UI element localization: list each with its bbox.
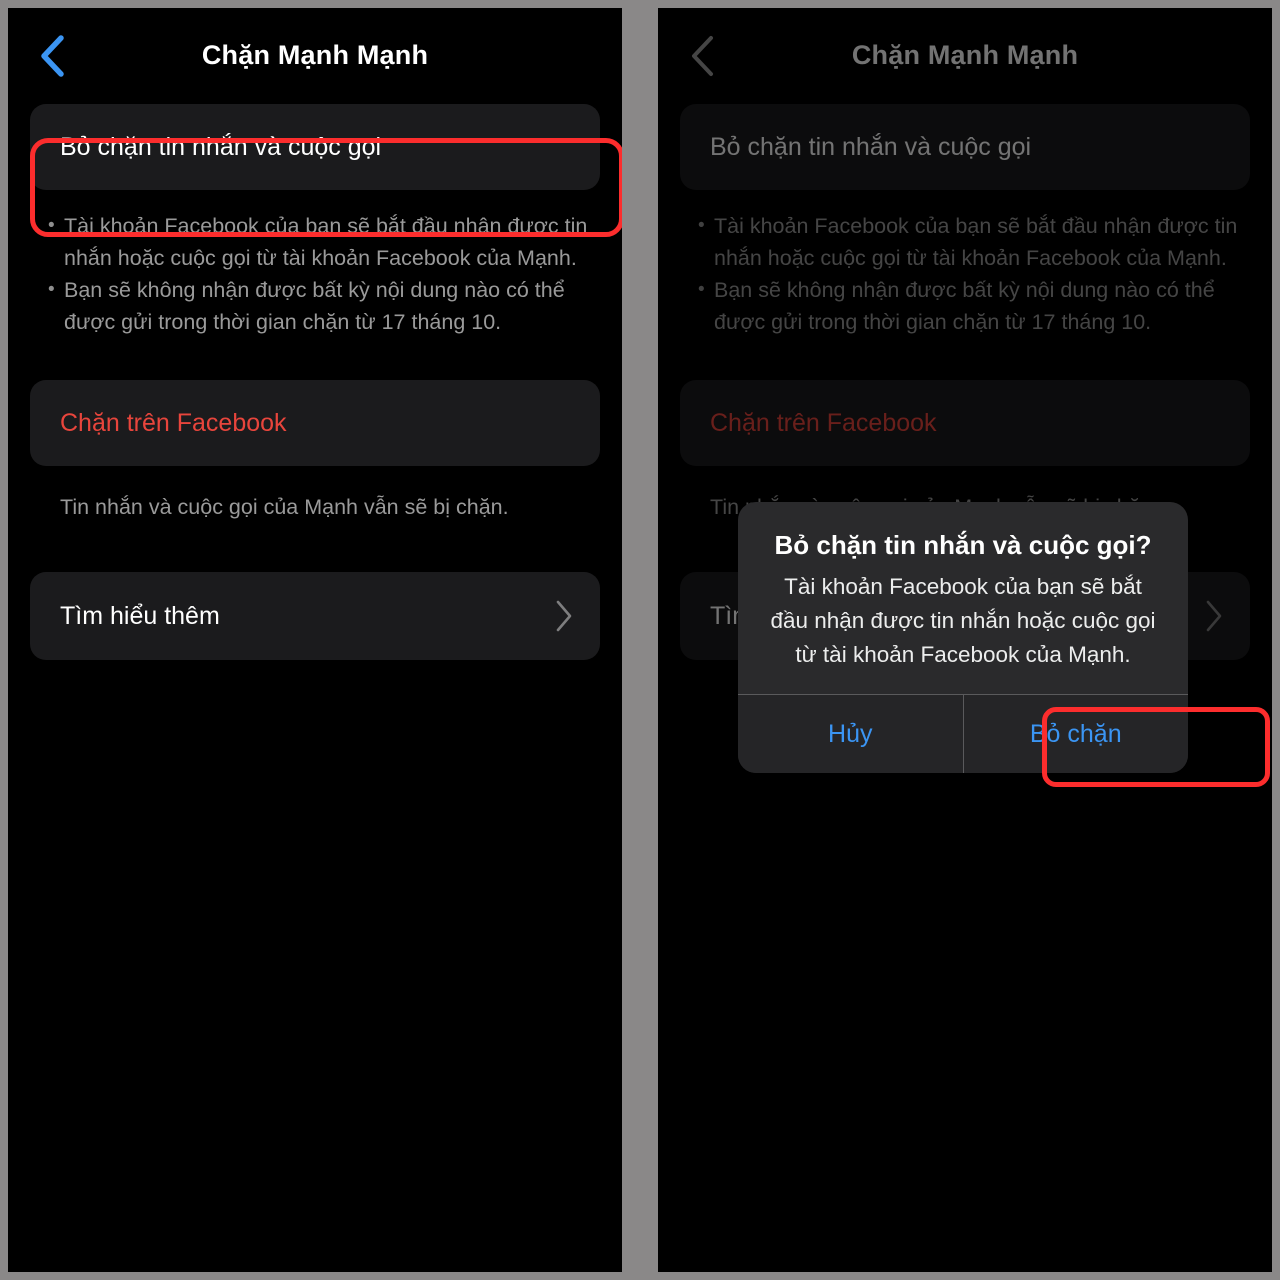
- learn-more-row[interactable]: Tìm hiểu thêm: [30, 572, 600, 660]
- block-on-facebook-label: Chặn trên Facebook: [60, 408, 287, 437]
- bullet-dot-icon: •: [48, 279, 55, 300]
- list-item: • Tài khoản Facebook của bạn sẽ bắt đầu …: [48, 210, 592, 274]
- bullet-text: Tài khoản Facebook của bạn sẽ bắt đầu nh…: [64, 214, 588, 270]
- phone-screen-right: Chặn Mạnh Mạnh Bỏ chặn tin nhắn và cuộc …: [658, 8, 1272, 1272]
- confirm-unblock-button[interactable]: Bỏ chặn: [963, 695, 1188, 773]
- dialog-message: Tài khoản Facebook của bạn sẽ bắt đầu nh…: [770, 574, 1156, 667]
- list-item: • Bạn sẽ không nhận được bất kỳ nội dung…: [48, 274, 592, 338]
- block-on-facebook-card[interactable]: Chặn trên Facebook: [30, 380, 600, 466]
- unblock-messages-calls-label: Bỏ chặn tin nhắn và cuộc gọi: [60, 132, 382, 161]
- unblock-messages-calls-card[interactable]: Bỏ chặn tin nhắn và cuộc gọi: [30, 104, 600, 190]
- cancel-button[interactable]: Hủy: [738, 695, 963, 773]
- chevron-right-icon: [554, 599, 574, 633]
- dialog-body: Bỏ chặn tin nhắn và cuộc gọi? Tài khoản …: [738, 502, 1188, 694]
- page-title: Chặn Mạnh Mạnh: [201, 40, 429, 70]
- learn-more-label: Tìm hiểu thêm: [60, 601, 220, 630]
- screenshot-stage: Chặn Mạnh Mạnh Bỏ chặn tin nhắn và cuộc …: [0, 0, 1280, 1280]
- block-helper-text: Tin nhắn và cuộc gọi của Mạnh vẫn sẽ bị …: [60, 495, 509, 519]
- dialog-actions: Hủy Bỏ chặn: [738, 695, 1188, 773]
- unblock-confirmation-dialog: Bỏ chặn tin nhắn và cuộc gọi? Tài khoản …: [738, 502, 1270, 787]
- bullet-dot-icon: •: [48, 215, 55, 236]
- unblock-description-list: • Tài khoản Facebook của bạn sẽ bắt đầu …: [48, 210, 592, 338]
- bullet-text: Bạn sẽ không nhận được bất kỳ nội dung n…: [64, 278, 565, 334]
- dialog-title: Bỏ chặn tin nhắn và cuộc gọi?: [774, 530, 1152, 560]
- settings-content-left: Bỏ chặn tin nhắn và cuộc gọi • Tài khoản…: [8, 104, 622, 660]
- phone-screen-left: Chặn Mạnh Mạnh Bỏ chặn tin nhắn và cuộc …: [8, 8, 622, 1272]
- navigation-bar-left: Chặn Mạnh Mạnh: [8, 8, 622, 104]
